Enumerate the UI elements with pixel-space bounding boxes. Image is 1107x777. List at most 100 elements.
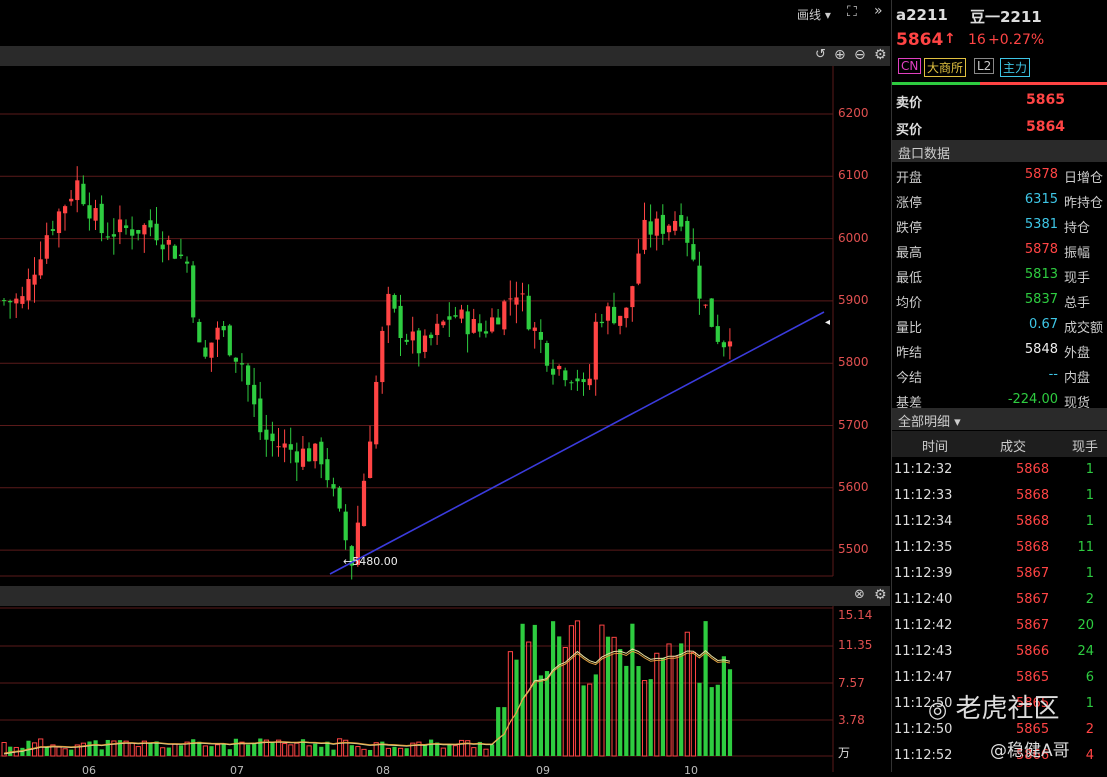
volume-bar bbox=[227, 749, 232, 756]
trades-section-header[interactable]: 全部明细 ▾ bbox=[892, 408, 1107, 430]
price-tick: 6100 bbox=[838, 168, 869, 183]
volume-bar bbox=[331, 749, 336, 756]
candle-body bbox=[557, 365, 562, 370]
candle-body bbox=[673, 221, 678, 231]
candle-body bbox=[258, 398, 263, 433]
candle-body bbox=[300, 448, 306, 467]
candle-body bbox=[252, 384, 257, 405]
volume-bar bbox=[209, 746, 214, 756]
up-arrow-icon: ↑ bbox=[944, 31, 956, 47]
price-tick: 5800 bbox=[838, 355, 869, 370]
candle-body bbox=[630, 286, 635, 308]
trade-time: 11:12:47 bbox=[894, 670, 953, 685]
volume-bar bbox=[581, 685, 586, 756]
volume-bar bbox=[319, 746, 324, 756]
candle-body bbox=[307, 448, 312, 462]
volume-bar bbox=[87, 741, 92, 756]
candle-body bbox=[203, 347, 208, 357]
stat-value: 5878 bbox=[1024, 167, 1058, 182]
panel-section-header[interactable]: 盘口数据 bbox=[892, 140, 1107, 162]
volume-bar bbox=[202, 745, 209, 757]
candle-body bbox=[593, 321, 598, 380]
volume-chart[interactable] bbox=[0, 606, 890, 772]
candle-body bbox=[563, 370, 568, 381]
stat-label-2: 总手 bbox=[1064, 296, 1091, 311]
candle-body bbox=[185, 261, 190, 264]
gear-icon[interactable]: ⚙ bbox=[874, 587, 887, 603]
volume-bar bbox=[557, 636, 562, 756]
candle-body bbox=[148, 220, 153, 228]
volume-bar bbox=[355, 746, 361, 757]
stat-value: 5381 bbox=[1024, 217, 1058, 232]
close-icon[interactable]: ⊗ bbox=[854, 587, 865, 602]
volume-bar bbox=[105, 739, 110, 756]
trade-row: 11:12:34 5868 1 bbox=[892, 510, 1107, 536]
expand-icon[interactable]: ⛶ bbox=[847, 4, 857, 20]
volume-bar bbox=[288, 744, 294, 757]
stat-label-2: 持仓 bbox=[1064, 221, 1091, 236]
col-price: 成交 bbox=[1000, 440, 1027, 455]
undo-icon[interactable]: ↺ bbox=[815, 47, 826, 62]
volume-bar bbox=[99, 749, 104, 756]
trade-time: 11:12:40 bbox=[894, 592, 953, 607]
candlestick-chart[interactable]: ←5480.00 ◂ bbox=[0, 66, 890, 586]
candle-body bbox=[282, 443, 287, 448]
candle-body bbox=[319, 441, 324, 465]
trade-time: 11:12:33 bbox=[894, 488, 953, 503]
candle-body bbox=[526, 295, 531, 330]
stat-row: 涨停 6315 昨持仓 bbox=[896, 188, 1104, 213]
candle-body bbox=[20, 296, 25, 304]
stat-value: 5878 bbox=[1024, 242, 1058, 257]
gear-icon[interactable]: ⚙ bbox=[874, 47, 887, 63]
volume-tick: 3.78 bbox=[838, 713, 865, 727]
trade-price: 5868 bbox=[1016, 488, 1050, 503]
trades-title[interactable]: 全部明细 ▾ bbox=[898, 411, 961, 430]
candle-body bbox=[75, 180, 80, 201]
candle-body bbox=[81, 183, 86, 205]
volume-bar bbox=[294, 742, 300, 757]
volume-bar bbox=[459, 739, 465, 757]
stat-row: 开盘 5878 日增仓 bbox=[896, 163, 1104, 188]
candle-body bbox=[331, 484, 336, 489]
volume-tick: 万 bbox=[838, 746, 851, 760]
date-tick: 10 bbox=[684, 764, 698, 777]
double-chevron-right-icon[interactable]: » bbox=[874, 3, 883, 19]
candle-body bbox=[544, 343, 550, 366]
candle-body bbox=[2, 300, 7, 302]
candle-body bbox=[325, 459, 330, 481]
volume-bar bbox=[568, 625, 574, 757]
zoom-out-icon[interactable]: ⊖ bbox=[854, 47, 866, 63]
volume-bar bbox=[191, 739, 196, 756]
volume-bar bbox=[160, 747, 166, 757]
candle-body bbox=[191, 265, 196, 318]
stat-label-2: 昨持仓 bbox=[1064, 196, 1104, 211]
trade-qty: 24 bbox=[1077, 644, 1094, 659]
candle-body bbox=[703, 304, 708, 306]
volume-bar bbox=[611, 636, 617, 757]
candle-body bbox=[154, 223, 159, 241]
volume-bar bbox=[496, 707, 501, 756]
volume-bar bbox=[593, 674, 598, 756]
buy-label: 买价 bbox=[896, 123, 923, 138]
stat-value: 5848 bbox=[1024, 342, 1058, 357]
candle-body bbox=[404, 339, 409, 342]
stat-label-2: 日增仓 bbox=[1064, 171, 1104, 186]
volume-bar bbox=[574, 620, 581, 757]
volume-bar bbox=[385, 747, 391, 757]
volume-bar bbox=[337, 738, 343, 757]
candle-body bbox=[374, 381, 379, 445]
draw-line-menu[interactable]: 画线 ▾ bbox=[797, 6, 831, 23]
volume-bar bbox=[148, 742, 153, 756]
candle-body bbox=[532, 327, 537, 331]
trade-price: 5868 bbox=[1016, 514, 1050, 529]
volume-bar bbox=[697, 682, 702, 756]
volume-bar bbox=[398, 747, 404, 757]
zoom-in-icon[interactable]: ⊕ bbox=[834, 47, 846, 63]
candle-body bbox=[239, 363, 245, 365]
candle-body bbox=[197, 321, 202, 343]
volume-bar bbox=[727, 669, 733, 756]
candle-body bbox=[99, 203, 104, 234]
candle-body bbox=[264, 429, 269, 440]
last-price: 5864 bbox=[896, 30, 944, 50]
volume-bar bbox=[690, 651, 696, 757]
